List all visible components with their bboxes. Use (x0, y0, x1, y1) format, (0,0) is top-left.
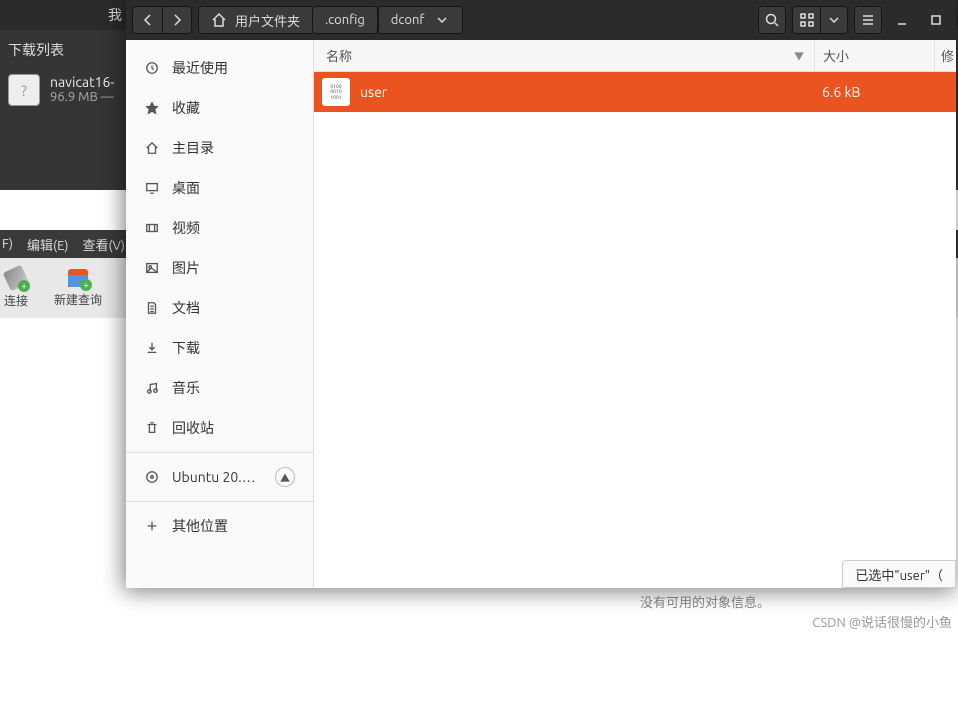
column-headers: 名称▼ 大小 修 (314, 40, 956, 72)
sidebar-item-videos[interactable]: 视频 (126, 208, 313, 248)
watermark: CSDN @说话很慢的小鱼 (812, 612, 952, 631)
plus-badge-icon: + (80, 279, 92, 291)
path-bar: 用户文件夹 .config dconf (198, 6, 463, 34)
pictures-icon (144, 260, 160, 276)
sidebar-item-starred[interactable]: 收藏 (126, 88, 313, 128)
sidebar-item-downloads[interactable]: 下载 (126, 328, 313, 368)
no-object-info: 没有可用的对象信息。 (640, 592, 770, 611)
path-seg-dconf[interactable]: dconf (378, 6, 464, 34)
search-button[interactable] (758, 6, 786, 34)
menu-view[interactable]: 查看(V) (82, 235, 124, 254)
sidebar-item-disk[interactable]: Ubuntu 20.0…▲ (126, 457, 313, 497)
chevron-down-icon (826, 12, 842, 28)
plus-badge-icon: + (18, 280, 30, 292)
eject-icon[interactable]: ▲ (275, 467, 295, 487)
search-icon (764, 12, 780, 28)
hamburger-icon (860, 12, 876, 28)
home-icon (211, 12, 227, 28)
sidebar-separator (126, 501, 313, 502)
sidebar-separator (126, 452, 313, 453)
file-name: user (360, 84, 814, 100)
minimize-button[interactable] (888, 6, 916, 34)
nav-back-button[interactable] (132, 6, 162, 34)
menu-file[interactable]: F) (2, 237, 13, 251)
sidebar-item-documents[interactable]: 文档 (126, 288, 313, 328)
file-manager-window: 用户文件夹 .config dconf 最近使用 收藏 主目录 桌面 视频 图片… (126, 0, 956, 588)
trash-icon (144, 420, 160, 436)
sidebar-item-desktop[interactable]: 桌面 (126, 168, 313, 208)
download-name: navicat16- (50, 74, 114, 90)
hamburger-menu-button[interactable] (854, 6, 882, 34)
file-unknown-icon: ? (8, 74, 40, 106)
file-list-pane: 名称▼ 大小 修 010000101001 user 6.6 kB (314, 40, 956, 588)
toolbar-connect[interactable]: + 连接 (4, 268, 28, 309)
sidebar-item-trash[interactable]: 回收站 (126, 408, 313, 448)
nav-forward-button[interactable] (162, 6, 192, 34)
chevron-down-icon (434, 12, 450, 28)
sidebar-item-home[interactable]: 主目录 (126, 128, 313, 168)
plus-icon (144, 518, 160, 534)
star-icon (144, 100, 160, 116)
titlebar: 用户文件夹 .config dconf (126, 0, 956, 40)
documents-icon (144, 300, 160, 316)
column-modified[interactable]: 修 (934, 40, 956, 71)
clock-icon (144, 60, 160, 76)
download-size: 96.9 MB — (50, 90, 114, 104)
video-icon (144, 220, 160, 236)
download-icon (144, 340, 160, 356)
sidebar: 最近使用 收藏 主目录 桌面 视频 图片 文档 下载 音乐 回收站 Ubuntu… (126, 40, 314, 588)
music-icon (144, 380, 160, 396)
maximize-button[interactable] (922, 6, 950, 34)
path-seg-config[interactable]: .config (312, 6, 378, 34)
disk-icon (144, 469, 160, 485)
sidebar-item-music[interactable]: 音乐 (126, 368, 313, 408)
view-options-button[interactable] (820, 6, 848, 34)
column-name[interactable]: 名称▼ (314, 46, 814, 65)
toolbar-new-query[interactable]: + 新建查询 (54, 269, 102, 308)
view-grid-button[interactable] (792, 6, 820, 34)
sidebar-item-recent[interactable]: 最近使用 (126, 48, 313, 88)
grid-icon (799, 12, 815, 28)
column-size[interactable]: 大小 (814, 40, 934, 71)
desktop-icon (144, 180, 160, 196)
status-bar: 已选中"user"（ (842, 560, 956, 588)
sidebar-item-other[interactable]: 其他位置 (126, 506, 313, 546)
sidebar-item-pictures[interactable]: 图片 (126, 248, 313, 288)
file-row[interactable]: 010000101001 user 6.6 kB (314, 72, 956, 112)
binary-file-icon: 010000101001 (322, 78, 350, 106)
file-size: 6.6 kB (814, 84, 934, 100)
sort-indicator-icon: ▼ (794, 48, 804, 63)
menu-edit[interactable]: 编辑(E) (27, 235, 68, 254)
home-icon (144, 140, 160, 156)
path-home[interactable]: 用户文件夹 (198, 6, 312, 34)
